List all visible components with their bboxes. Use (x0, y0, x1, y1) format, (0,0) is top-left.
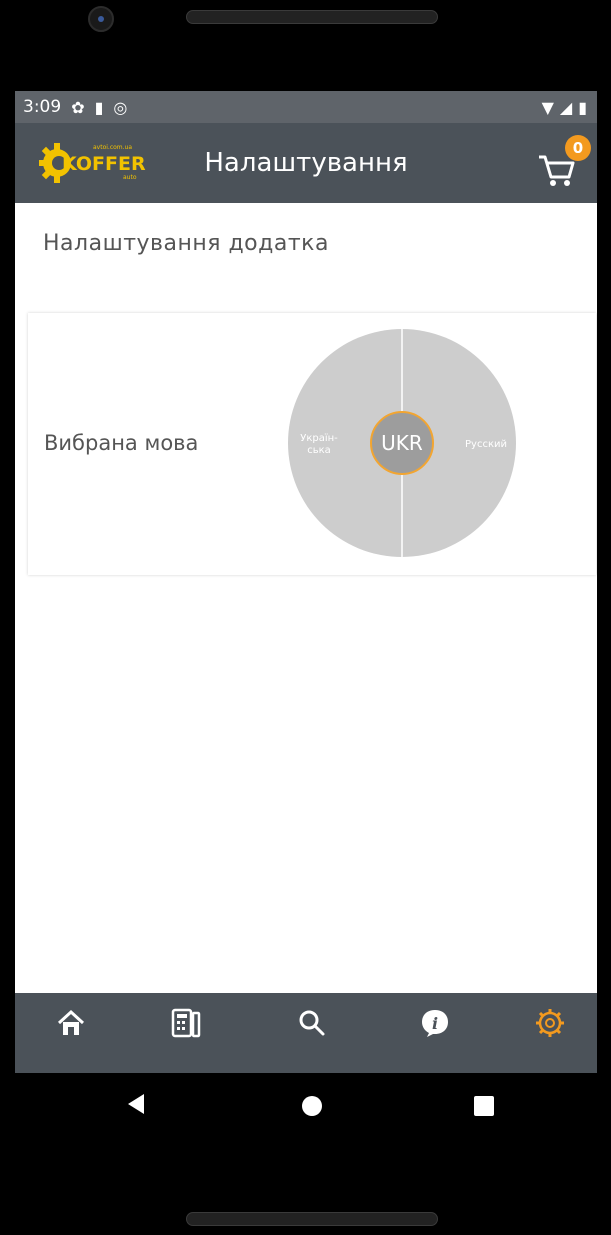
front-camera (88, 6, 114, 32)
nav-home[interactable] (31, 993, 111, 1053)
signal-icon: ◢ (559, 97, 573, 117)
battery-icon: ▮ (578, 97, 587, 117)
bottom-speaker (186, 1212, 438, 1226)
app-bar: avtoi.com.ua KOFFER auto Налаштування 0 (15, 123, 597, 203)
status-time: 3:09 (23, 97, 62, 117)
system-home-button[interactable] (302, 1096, 322, 1116)
catalog-icon (171, 1008, 201, 1038)
info-icon: i (422, 1010, 448, 1037)
section-title: Налаштування додатка (43, 231, 329, 256)
cart-count-badge: 0 (565, 135, 591, 161)
language-card: Вибрана мова Україн- ська Русский UKR (28, 313, 596, 575)
language-dial[interactable]: Україн- ська Русский UKR (288, 329, 516, 557)
page-title: Налаштування (204, 148, 408, 178)
language-option-ukrainian[interactable]: Україн- ська (290, 433, 348, 457)
nav-catalog[interactable] (146, 993, 226, 1053)
app-screen: 3:09 ✿ ▮ ◎ ▼ ◢ ▮ avtoi.com.ua KOFFER aut… (15, 91, 597, 1073)
system-back-button[interactable] (128, 1094, 144, 1114)
bottom-navigation: i (15, 993, 597, 1073)
system-recents-button[interactable] (474, 1096, 494, 1116)
search-icon (299, 1010, 325, 1036)
earpiece-speaker (186, 10, 438, 24)
nav-settings[interactable] (510, 993, 590, 1053)
wifi-icon: ▼ (541, 97, 554, 117)
nav-info[interactable]: i (395, 993, 475, 1053)
language-option-russian[interactable]: Русский (456, 439, 516, 450)
home-icon (57, 1009, 85, 1035)
status-right-icons: ▼ ◢ ▮ (542, 98, 587, 117)
sync-status-icon: ◎ (113, 97, 128, 117)
svg-text:i: i (432, 1014, 438, 1033)
selected-language-badge[interactable]: UKR (370, 411, 434, 475)
language-label: Вибрана мова (44, 431, 199, 455)
sd-card-status-icon: ▮ (94, 97, 104, 117)
nav-search[interactable] (272, 993, 352, 1053)
settings-icon (536, 1009, 564, 1037)
settings-status-icon: ✿ (71, 97, 85, 117)
status-bar: 3:09 ✿ ▮ ◎ ▼ ◢ ▮ (15, 91, 597, 123)
